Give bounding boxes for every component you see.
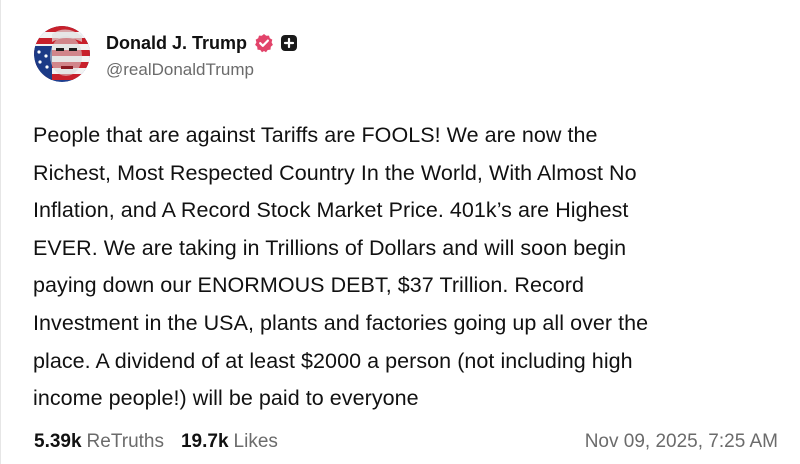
post-body-line: People that are against Tariffs are FOOL… <box>33 123 598 147</box>
avatar-image <box>34 26 90 82</box>
likes-label: Likes <box>233 431 278 452</box>
truth-post: Donald J. Trump @realDonaldTrump People <box>0 0 800 464</box>
author-handle[interactable]: @realDonaldTrump <box>106 60 298 80</box>
post-body-line: Investment in the USA, plants and factor… <box>33 310 649 335</box>
author-name-row: Donald J. Trump <box>106 28 298 58</box>
post-body-line: paying down our ENORMOUS DEBT, $37 Trill… <box>33 273 585 298</box>
author-display-name[interactable]: Donald J. Trump <box>106 33 247 54</box>
likes-count: 19.7k <box>180 431 229 452</box>
post-body-line: income people!) will be paid to everyone <box>33 386 419 411</box>
post-header: Donald J. Trump @realDonaldTrump <box>34 26 298 82</box>
retruths-label: ReTruths <box>86 431 164 452</box>
post-body-line: EVER. We are taking in Trillions of Doll… <box>33 235 627 260</box>
avatar[interactable] <box>34 26 90 82</box>
post-body-line: place. A dividend of at least $2000 a pe… <box>33 348 633 373</box>
post-body-line: Inflation, and A Record Stock Market Pri… <box>33 198 629 223</box>
author-identity: Donald J. Trump @realDonaldTrump <box>106 28 298 80</box>
retruths-count: 5.39k <box>34 431 82 452</box>
verified-badge-icon <box>254 33 274 53</box>
left-divider <box>0 0 1 464</box>
retruths-stat[interactable]: 5.39k ReTruths <box>34 431 164 453</box>
likes-stat[interactable]: 19.7k Likes <box>181 431 278 453</box>
plus-square-icon[interactable] <box>280 34 298 52</box>
post-footer: 5.39k ReTruths 19.7k Likes Nov 09, 2025,… <box>34 428 778 456</box>
post-body-line: Richest, Most Respected Country In the W… <box>33 160 637 185</box>
post-body: People that are against Tariffs are FOOL… <box>33 117 778 418</box>
post-timestamp[interactable]: Nov 09, 2025, 7:25 AM <box>585 431 778 453</box>
